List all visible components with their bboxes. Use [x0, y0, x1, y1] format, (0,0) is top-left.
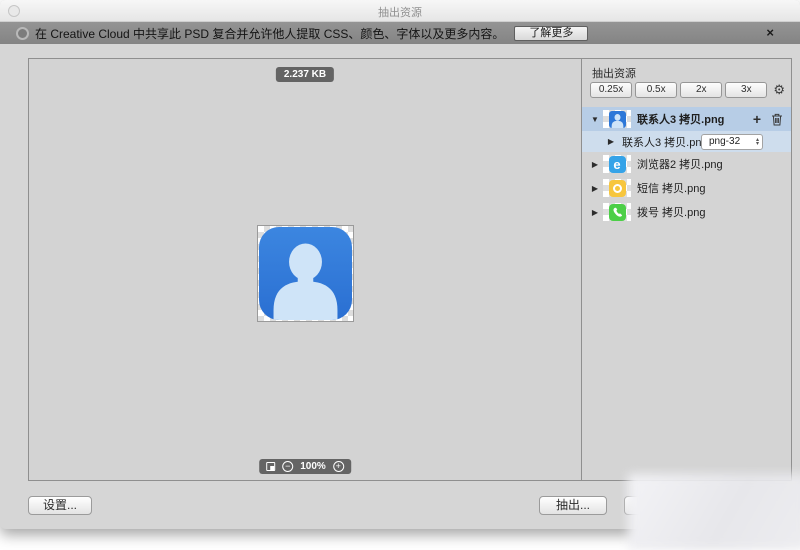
- asset-row-browser[interactable]: ▶ e 浏览器2 拷贝.png: [582, 152, 791, 176]
- asset-name: 联系人3 拷贝.png: [637, 111, 724, 127]
- asset-row-contacts[interactable]: ▼ 联系人3 拷贝.png +: [582, 107, 791, 131]
- extract-button[interactable]: 抽出...: [539, 496, 607, 515]
- gear-icon[interactable]: ⚙: [773, 82, 785, 98]
- extract-assets-dialog: 抽出资源 在 Creative Cloud 中共享此 PSD 复合并允许他人提取…: [0, 0, 800, 529]
- learn-more-button[interactable]: 了解更多: [514, 26, 588, 41]
- asset-row-messages[interactable]: ▶ 短信 拷贝.png: [582, 176, 791, 200]
- zoom-controls: − 100% +: [259, 459, 351, 474]
- contacts-icon: [259, 227, 352, 320]
- notification-close-icon[interactable]: ×: [766, 25, 774, 40]
- phone-thumbnail: [603, 203, 631, 221]
- asset-subrow-contacts[interactable]: ▶ 联系人3 拷贝.png png-32 ▴▾: [582, 131, 791, 152]
- zoom-level: 100%: [300, 461, 326, 472]
- file-size-badge: 2.237 KB: [276, 67, 334, 82]
- trash-icon[interactable]: [771, 113, 783, 126]
- asset-name: 短信 拷贝.png: [637, 180, 705, 196]
- notification-bar: 在 Creative Cloud 中共享此 PSD 复合并允许他人提取 CSS、…: [0, 22, 800, 44]
- scale-025x-button[interactable]: 0.25x: [590, 82, 632, 98]
- selected-asset-preview[interactable]: [257, 225, 354, 322]
- window-title: 抽出资源: [0, 4, 800, 20]
- chevron-right-icon[interactable]: ▶: [606, 137, 616, 146]
- phone-icon: [609, 204, 626, 221]
- chevron-down-icon[interactable]: ▼: [590, 115, 600, 124]
- asset-list: ▼ 联系人3 拷贝.png +: [582, 107, 791, 224]
- asset-name: 浏览器2 拷贝.png: [637, 156, 723, 172]
- messages-icon: [609, 180, 626, 197]
- notification-text: 在 Creative Cloud 中共享此 PSD 复合并允许他人提取 CSS、…: [35, 25, 504, 42]
- scale-2x-button[interactable]: 2x: [680, 82, 722, 98]
- blurred-region: [628, 474, 800, 550]
- scale-options: 0.25x 0.5x 2x 3x ⚙: [590, 82, 785, 98]
- assets-sidebar: 抽出资源 0.25x 0.5x 2x 3x ⚙ ▼: [582, 59, 791, 480]
- preview-pane: 2.237 KB − 100% +: [29, 59, 582, 480]
- main-content: 2.237 KB − 100% + 抽出资源 0.: [28, 58, 792, 481]
- chevron-right-icon[interactable]: ▶: [590, 208, 600, 217]
- browser-icon: e: [609, 156, 626, 173]
- asset-name: 联系人3 拷贝.png: [622, 134, 708, 150]
- scale-05x-button[interactable]: 0.5x: [635, 82, 677, 98]
- scale-3x-button[interactable]: 3x: [725, 82, 767, 98]
- messages-thumbnail: [603, 179, 631, 197]
- format-value: png-32: [709, 136, 756, 147]
- asset-row-phone[interactable]: ▶ 拨号 拷贝.png: [582, 200, 791, 224]
- contacts-thumbnail: [603, 110, 631, 128]
- window-titlebar: 抽出资源: [0, 0, 800, 22]
- chevron-right-icon[interactable]: ▶: [590, 160, 600, 169]
- zoom-in-button[interactable]: +: [333, 461, 344, 472]
- asset-name: 拨号 拷贝.png: [637, 204, 705, 220]
- add-asset-icon[interactable]: +: [753, 112, 761, 126]
- fit-to-screen-icon[interactable]: [266, 462, 275, 471]
- zoom-out-button[interactable]: −: [282, 461, 293, 472]
- format-select[interactable]: png-32 ▴▾: [701, 134, 763, 150]
- creative-cloud-icon: [16, 27, 29, 40]
- chevron-right-icon[interactable]: ▶: [590, 184, 600, 193]
- stepper-icon: ▴▾: [756, 138, 759, 146]
- settings-button[interactable]: 设置...: [28, 496, 92, 515]
- sidebar-title: 抽出资源: [592, 65, 636, 81]
- browser-thumbnail: e: [603, 155, 631, 173]
